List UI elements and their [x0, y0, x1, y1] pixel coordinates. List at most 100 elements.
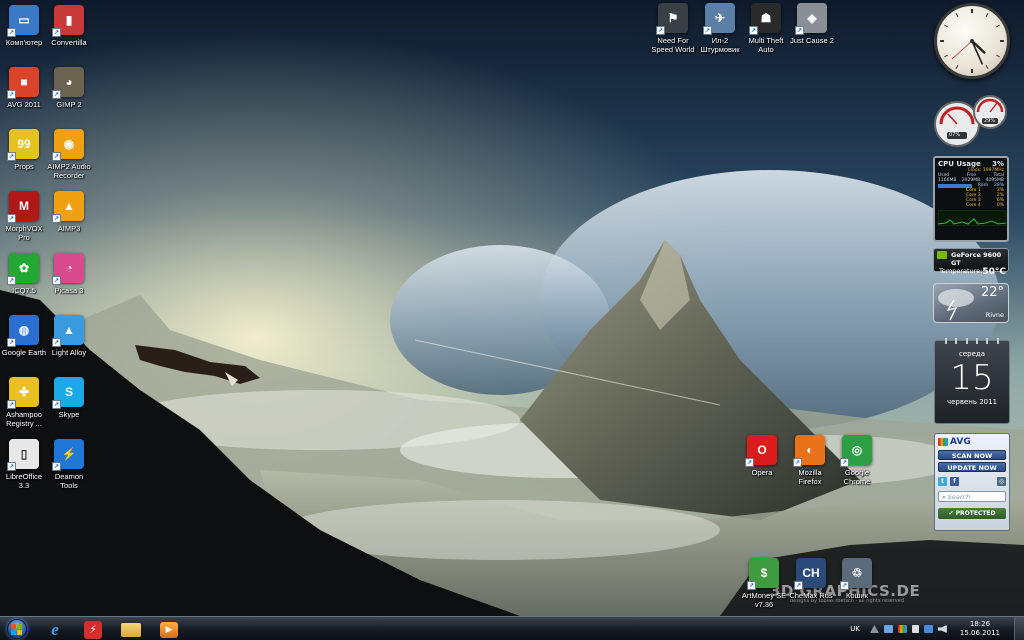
desktop-icon-picasa[interactable]: ◔ ↗ Picasa 3: [41, 253, 97, 295]
language-indicator[interactable]: UK: [850, 625, 860, 633]
action-center-flag-icon[interactable]: [911, 625, 919, 633]
gimp-glyph: ◕: [65, 75, 73, 89]
gpu-name: GeForce 9600 GT: [951, 251, 1002, 267]
desktop-icon-convertilla[interactable]: ▮ ↗ Convertilla: [41, 5, 97, 47]
convertilla-icon: ▮ ↗: [52, 5, 84, 37]
artmoney-icon: $ ↗: [747, 558, 779, 590]
shortcut-arrow-icon: ↗: [840, 458, 849, 467]
desktop-icon-recycle-bin[interactable]: ♲ ↗ Кошик: [829, 558, 885, 600]
desktop-icon-just-cause-2[interactable]: ◈ ↗ Just Cause 2: [784, 3, 840, 45]
gpu-temp-value: 50°C: [982, 267, 1007, 277]
system-tray: UK 18:26 15.06.2011: [850, 617, 1024, 640]
shortcut-arrow-icon: ↗: [7, 400, 16, 409]
ashampoo-registry-glyph: ✚: [18, 385, 30, 399]
mozilla-firefox-icon: ◐ ↗: [793, 435, 825, 467]
shortcut-arrow-icon: ↗: [7, 338, 16, 347]
chemax-rus-glyph: CH: [802, 566, 820, 580]
desktop-icon-label: Skype: [58, 410, 80, 419]
meters-gadget[interactable]: 07% 29%: [933, 92, 1011, 150]
mozilla-firefox-glyph: ◐: [806, 443, 814, 457]
cpu-core-value: 0%: [996, 203, 1004, 208]
desktop-icon-daemon-tools[interactable]: ⚡ ↗ Deamon Tools: [41, 439, 97, 490]
check-icon: ✔: [948, 510, 956, 517]
desktop-icon-gimp[interactable]: ◕ ↗ GIMP 2: [41, 67, 97, 109]
cpu-core-label: Core 4: [966, 203, 981, 208]
skype-glyph: S: [64, 385, 73, 399]
folder-icon: [121, 622, 141, 637]
cpu-meter-gadget[interactable]: CPU Usage 3% Clock: 1997MHz Used Free To…: [933, 156, 1009, 242]
google-earth-icon: ◍ ↗: [7, 315, 39, 347]
desktop-icon-light-alloy[interactable]: ▲ ↗ Light Alloy: [41, 315, 97, 357]
shortcut-arrow-icon: ↗: [745, 458, 754, 467]
desktop-icon-google-chrome[interactable]: ◎ ↗ Google Chrome: [829, 435, 885, 486]
multi-theft-auto-glyph: ☗: [760, 11, 772, 25]
avg-2011-icon: ■ ↗: [7, 67, 39, 99]
volume-icon[interactable]: [937, 625, 947, 633]
desktop-icon-aimp3[interactable]: ▲ ↗ AIMP3: [41, 191, 97, 233]
artmoney-glyph: $: [760, 566, 768, 580]
desktop-icon-aimp2-audio-recorder[interactable]: ◉ ↗ AIMP2 Audio Recorder: [41, 129, 97, 180]
shortcut-arrow-icon: ↗: [52, 400, 61, 409]
network-icon[interactable]: [883, 625, 893, 633]
camera-icon[interactable]: ◎: [997, 476, 1006, 486]
avg-scan-now-button[interactable]: SCAN NOW: [938, 450, 1006, 460]
avg-tray-icon[interactable]: [897, 625, 907, 633]
meter-right-value: 29%: [984, 118, 996, 124]
taskbar-clock[interactable]: 18:26 15.06.2011: [960, 620, 1000, 638]
clock-gadget[interactable]: [934, 3, 1010, 79]
shortcut-arrow-icon: ↗: [52, 214, 61, 223]
facebook-icon[interactable]: f: [950, 476, 959, 486]
gpu-temp-label: Temperature:: [939, 267, 983, 275]
weather-city: Rivne: [985, 311, 1004, 319]
avg-search-input[interactable]: ⌕ Search: [938, 491, 1006, 502]
taskbar-media-player[interactable]: ▶: [152, 619, 186, 640]
shortcut-arrow-icon: ↗: [794, 581, 803, 590]
shortcut-arrow-icon: ↗: [7, 462, 16, 471]
just-cause-2-icon: ◈ ↗: [795, 3, 827, 35]
taskbar-file-explorer[interactable]: [114, 619, 148, 640]
multi-theft-auto-icon: ☗ ↗: [749, 3, 781, 35]
weather-gadget[interactable]: 22° Rivne: [933, 283, 1009, 323]
desktop-icon-label: Picasa 3: [54, 286, 84, 295]
taskbar-date: 15.06.2011: [959, 629, 1000, 637]
icq-icon: ✿ ↗: [7, 253, 39, 285]
taskbar-internet-explorer[interactable]: e: [38, 619, 72, 640]
flash-icon: ⚡: [84, 620, 102, 639]
libreoffice-icon: ▯ ↗: [7, 439, 39, 471]
props-icon: 99 ↗: [7, 129, 39, 161]
desktop-icon-label: Light Alloy: [51, 348, 87, 357]
media-player-icon: ▶: [160, 621, 178, 638]
recycle-bin-icon: ♲ ↗: [840, 558, 872, 590]
aimp2-audio-recorder-glyph: ◉: [63, 137, 75, 151]
desktop-icon-skype[interactable]: S ↗ Skype: [41, 377, 97, 419]
internet-explorer-icon: e: [51, 619, 59, 639]
gimp-icon: ◕ ↗: [52, 67, 84, 99]
il-2-shturmovik-icon: ✈ ↗: [703, 3, 735, 35]
desktop-icon-label: Convertilla: [51, 38, 87, 47]
avg-logo-icon: [938, 438, 948, 446]
daemon-tools-icon: ⚡ ↗: [52, 439, 84, 471]
avg-gadget[interactable]: AVG SCAN NOW UPDATE NOW t f ◎ ⌕ Search ✔…: [934, 433, 1010, 531]
gpu-temperature-gadget[interactable]: GeForce 9600 GT Temperature: 50°C: [933, 248, 1009, 277]
taskbar-flash-app[interactable]: ⚡: [76, 619, 110, 640]
avg-update-now-button[interactable]: UPDATE NOW: [938, 462, 1006, 472]
display-icon[interactable]: [923, 625, 933, 633]
show-hidden-icons-icon[interactable]: [869, 625, 879, 633]
calendar-gadget[interactable]: середа 15 червень 2011: [934, 338, 1010, 424]
show-desktop-button[interactable]: [1014, 617, 1024, 640]
need-for-speed-world-icon: ⚑ ↗: [656, 3, 688, 35]
avg-brand: AVG: [950, 437, 971, 447]
desktop-icon-label: Deamon Tools: [54, 472, 84, 490]
ashampoo-registry-icon: ✚ ↗: [7, 377, 39, 409]
desktop-icon-label: Кошик: [845, 591, 869, 600]
recycle-bin-glyph: ♲: [851, 566, 863, 580]
shortcut-arrow-icon: ↗: [703, 26, 712, 35]
daemon-tools-glyph: ⚡: [61, 447, 77, 461]
start-button[interactable]: [3, 617, 30, 640]
taskbar-time: 18:26: [969, 620, 991, 628]
clock-face: [940, 9, 1004, 73]
meter-left-value: 07%: [949, 132, 961, 138]
shortcut-arrow-icon: ↗: [749, 26, 758, 35]
twitter-icon[interactable]: t: [938, 476, 947, 486]
aimp3-icon: ▲ ↗: [52, 191, 84, 223]
